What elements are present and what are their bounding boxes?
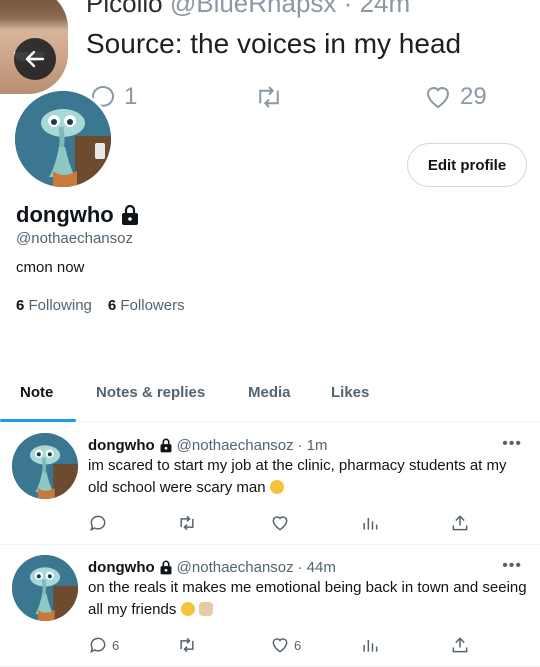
- tab-media[interactable]: Media: [248, 384, 291, 401]
- profile-tabs: Note Notes & replies Media Likes: [0, 372, 540, 422]
- more-options-icon[interactable]: •••: [502, 435, 522, 453]
- back-button[interactable]: [14, 38, 56, 80]
- squidward-avatar-icon: [15, 91, 111, 187]
- banner-tweet-header: Picollo @BlueRhapsx · 24m: [86, 0, 410, 19]
- followers-link[interactable]: 6 Followers: [108, 297, 185, 314]
- squidward-avatar-icon: [12, 433, 78, 499]
- banner-handle: @BlueRhapsx: [169, 0, 337, 18]
- profile-display-name: dongwho: [16, 202, 114, 227]
- followers-count: 6: [107, 297, 117, 314]
- banner-tweet-text: Source: the voices in my head: [86, 28, 462, 59]
- analytics-button[interactable]: [360, 635, 380, 655]
- profile-handle: @nothaechansoz: [16, 230, 133, 247]
- tweet-time: 44m: [306, 559, 336, 576]
- arrow-left-icon: [23, 47, 47, 71]
- banner-name: Picollo: [86, 0, 163, 18]
- tweet-text: on the reals it makes me emotional being…: [88, 579, 527, 618]
- following-link[interactable]: 6 Following: [16, 297, 92, 314]
- banner-like-count: 29: [460, 83, 487, 110]
- tweet-author-name: dongwho: [88, 559, 155, 576]
- tweet-author-handle: @nothaechansoz: [176, 437, 294, 454]
- lock-icon: [159, 438, 173, 453]
- heart-icon: [270, 513, 290, 533]
- tired-face-emoji-icon: [269, 480, 284, 494]
- lock-icon: [159, 560, 173, 575]
- banner-like-stat: 29: [422, 82, 487, 112]
- following-count: 6: [16, 297, 25, 314]
- profile-bio: cmon now: [16, 259, 85, 276]
- tweet-header: dongwho @nothaechansoz · 44m: [88, 559, 336, 576]
- reply-button[interactable]: [88, 513, 112, 533]
- tab-likes[interactable]: Likes: [331, 384, 369, 401]
- banner-retweet-stat: [252, 82, 286, 112]
- tab-note[interactable]: Note: [20, 384, 53, 401]
- retweet-button[interactable]: [176, 635, 198, 655]
- tweet-avatar[interactable]: [12, 433, 78, 499]
- tweet-text: im scared to start my job at the clinic,…: [88, 457, 507, 496]
- reply-icon: [88, 513, 108, 533]
- share-button[interactable]: [450, 635, 470, 655]
- tweet-item[interactable]: dongwho @nothaechansoz · 1m ••• im scare…: [0, 423, 540, 545]
- like-button[interactable]: [270, 513, 294, 533]
- reply-button[interactable]: 6: [88, 635, 119, 655]
- profile-name-row: dongwho: [16, 202, 140, 228]
- tweet-author-handle: @nothaechansoz: [176, 559, 294, 576]
- analytics-icon: [360, 513, 380, 533]
- tweet-item[interactable]: dongwho @nothaechansoz · 44m ••• on the …: [0, 545, 540, 667]
- profile-avatar[interactable]: [12, 88, 114, 190]
- more-options-icon[interactable]: •••: [502, 557, 522, 575]
- heart-icon: [422, 82, 454, 112]
- heart-icon: [270, 635, 290, 655]
- share-button[interactable]: [450, 513, 470, 533]
- victory-hand-emoji-icon: [198, 602, 213, 616]
- tweet-header: dongwho @nothaechansoz · 1m: [88, 437, 328, 454]
- squidward-avatar-icon: [12, 555, 78, 621]
- retweet-icon: [176, 513, 198, 533]
- analytics-icon: [360, 635, 380, 655]
- following-label: Following: [28, 297, 92, 314]
- like-button[interactable]: 6: [270, 635, 301, 655]
- like-count: 6: [294, 637, 302, 653]
- tweet-actions: 6 6: [88, 635, 528, 659]
- share-icon: [450, 513, 470, 533]
- share-icon: [450, 635, 470, 655]
- tweet-author-name: dongwho: [88, 437, 155, 454]
- active-tab-indicator: [0, 419, 76, 422]
- follow-stats: 6 Following 6 Followers: [16, 297, 185, 314]
- tweet-avatar[interactable]: [12, 555, 78, 621]
- lock-icon: [120, 204, 140, 226]
- tab-notes-replies[interactable]: Notes & replies: [96, 384, 205, 401]
- tweet-time: 1m: [306, 437, 328, 454]
- banner-reply-count: 1: [124, 83, 138, 110]
- tweet-text-wrap: im scared to start my job at the clinic,…: [88, 455, 528, 499]
- banner-time: 24m: [359, 0, 411, 18]
- laughing-emoji-icon: [180, 602, 195, 616]
- reply-count: 6: [112, 637, 120, 653]
- retweet-icon: [252, 82, 286, 112]
- followers-label: Followers: [120, 297, 185, 314]
- reply-icon: [88, 635, 108, 655]
- edit-profile-button[interactable]: Edit profile: [407, 143, 527, 187]
- retweet-button[interactable]: [176, 513, 198, 533]
- tweet-actions: [88, 513, 528, 537]
- analytics-button[interactable]: [360, 513, 380, 533]
- retweet-icon: [176, 635, 198, 655]
- tweet-text-wrap: on the reals it makes me emotional being…: [88, 577, 528, 621]
